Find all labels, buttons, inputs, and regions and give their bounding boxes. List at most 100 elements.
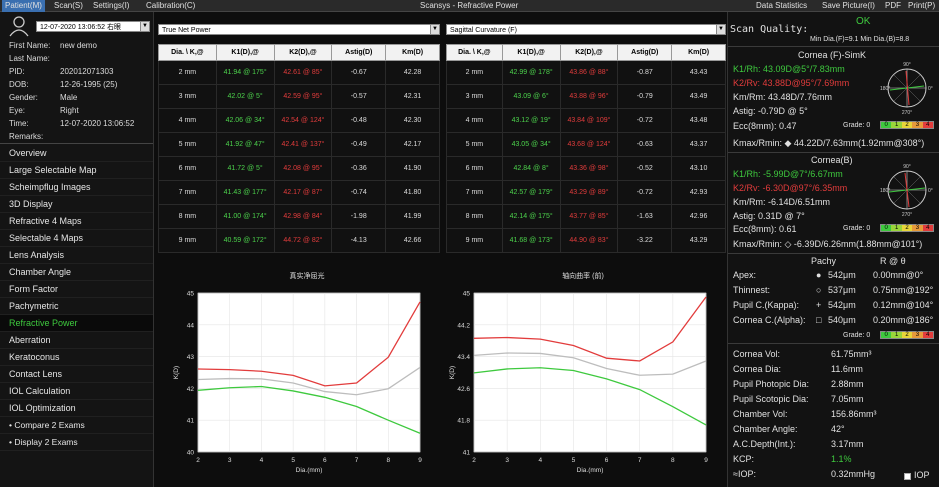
menu-pdf[interactable]: PDF (885, 1, 901, 10)
col-header: Astig(D) (617, 44, 673, 61)
nav-refractive-power[interactable]: Refractive Power (0, 315, 153, 332)
table-row: 2 mm 41.94 @ 175° 42.61 @ 85° -0.67 42.28 (158, 60, 440, 85)
pachy-marker-icon: □ (816, 315, 822, 325)
table-cell: 43.29 @ 89° (559, 180, 619, 205)
window-title: Scansys - Refractive Power (420, 1, 519, 10)
k-table-right: Dia. \ K,@ K1(D),@ K2(D),@ Astig(D) Km(D… (446, 44, 726, 253)
plot-area (197, 292, 421, 453)
cornea-f-astig: Astig: -0.79D @ 5° (733, 106, 808, 116)
nav-pachymetric[interactable]: Pachymetric (0, 298, 153, 315)
table-cell: 44.90 @ 83° (559, 228, 619, 253)
col-header: Astig(D) (331, 44, 387, 61)
map-type-select-left[interactable]: True Net Power ▼ (158, 24, 440, 35)
nav-refractive-4-maps[interactable]: Refractive 4 Maps (0, 213, 153, 230)
table-cell: -0.63 (617, 132, 673, 157)
measure-label: Cornea Dia: (733, 364, 782, 374)
plot-area (473, 292, 707, 453)
nav-lens-analysis[interactable]: Lens Analysis (0, 247, 153, 264)
table-cell: 42.02 @ 5° (215, 84, 275, 109)
x-tick-label: 5 (291, 457, 295, 464)
nav-chamber-angle[interactable]: Chamber Angle (0, 264, 153, 281)
pachy-marker-icon: + (816, 300, 822, 310)
map-type-select-right[interactable]: Sagittal Curvature (F) ▼ (446, 24, 726, 35)
menu-print[interactable]: Print(P) (908, 1, 935, 10)
table-cell: 42.57 @ 179° (501, 180, 561, 205)
nav-contact-lens[interactable]: Contact Lens (0, 366, 153, 383)
cornea-b-k2: K2/Rv: -6.30D@97°/6.35mm (733, 183, 848, 193)
nav-3d-display[interactable]: 3D Display (0, 196, 153, 213)
exam-select[interactable]: 12-07-2020 13:06:52 右眼 ▼ (36, 21, 150, 32)
nav-iol-optimization[interactable]: IOL Optimization (0, 400, 153, 417)
table-cell: 41.99 (385, 204, 440, 229)
user-avatar-icon (9, 16, 29, 37)
table-cell: 43.48 (671, 108, 726, 133)
nav-keratoconus[interactable]: Keratoconus (0, 349, 153, 366)
compass-label: 0° (928, 86, 933, 92)
first-name-value: new demo (60, 41, 97, 50)
y-tick-label: 44 (187, 322, 195, 329)
k-table-left: Dia. \ K,@ K1(D),@ K2(D),@ Astig(D) Km(D… (158, 44, 440, 253)
nav-selectable-4-maps[interactable]: Selectable 4 Maps (0, 230, 153, 247)
table-cell: 43.49 (671, 84, 726, 109)
table-cell: 41.72 @ 5° (215, 156, 275, 181)
pachy-header: Pachy (811, 256, 837, 266)
compass-label: 180° (880, 188, 890, 194)
menu-calibration[interactable]: Calibration(C) (146, 1, 195, 10)
measure-label: Pupil Scotopic Dia: (733, 394, 809, 404)
measure-label: ≈IOP: (733, 469, 756, 479)
pid-label: PID: (9, 67, 25, 76)
nav-display-2-exams[interactable]: • Display 2 Exams (0, 434, 153, 451)
table-cell: 43.12 @ 19° (501, 108, 561, 133)
iop-checkbox[interactable] (904, 473, 911, 480)
table-cell: 4 mm (158, 108, 217, 133)
nav-compare-2-exams[interactable]: • Compare 2 Exams (0, 417, 153, 434)
table-cell: 7 mm (158, 180, 217, 205)
menu-data-statistics[interactable]: Data Statistics (756, 1, 807, 10)
nav-large-selectable-map[interactable]: Large Selectable Map (0, 162, 153, 179)
col-header: K2(D),@ (273, 44, 333, 61)
pid-value: 202012071303 (60, 67, 114, 76)
table-cell: 43.36 @ 98° (559, 156, 619, 181)
table-cell: 42.08 @ 95° (273, 156, 333, 181)
y-tick-label: 42.6 (457, 386, 470, 393)
table-row: 5 mm 43.05 @ 34° 43.68 @ 124° -0.63 43.37 (446, 132, 726, 157)
nav-scheimpflug-images[interactable]: Scheimpflug Images (0, 179, 153, 196)
y-axis-label: K(D) (173, 366, 180, 379)
cornea-b-astig: Astig: 0.31D @ 7° (733, 211, 805, 221)
chart-right-title: 轴向曲率 (前) (562, 273, 604, 280)
nav-iol-calculation[interactable]: IOL Calculation (0, 383, 153, 400)
menu-settings[interactable]: Settings(I) (93, 1, 129, 10)
table-cell: 6 mm (158, 156, 217, 181)
nav-overview[interactable]: Overview (0, 145, 153, 162)
col-header: K2(D),@ (559, 44, 619, 61)
table-cell: 42.17 (385, 132, 440, 157)
compass-label: 90° (903, 62, 911, 68)
x-axis-label: Dia.(mm) (577, 467, 604, 474)
nav-aberration[interactable]: Aberration (0, 332, 153, 349)
pachy-marker-icon: ● (816, 270, 822, 280)
table-cell: 3 mm (446, 84, 503, 109)
table-cell: 43.84 @ 109° (559, 108, 619, 133)
chart-left-title: 真实净屈光 (289, 273, 325, 280)
menu-scan[interactable]: Scan(S) (54, 1, 83, 10)
table-cell: 43.05 @ 34° (501, 132, 561, 157)
table-cell: -0.74 (331, 180, 387, 205)
table-cell: 41.92 @ 47° (215, 132, 275, 157)
table-cell: 8 mm (446, 204, 503, 229)
table-cell: 42.06 @ 34° (215, 108, 275, 133)
measure-label: Chamber Angle: (733, 424, 798, 434)
table-cell: -0.72 (617, 108, 673, 133)
grade-bar-b: 0 1 2 3 4 (880, 224, 934, 232)
measure-label: Cornea Vol: (733, 349, 781, 359)
table-cell: 9 mm (158, 228, 217, 253)
pachy-row-r-theta: 0.00mm@0° (873, 270, 924, 280)
table-cell: -3.22 (617, 228, 673, 253)
pachy-row-value: 540μm (828, 315, 856, 325)
menu-patient[interactable]: Patient(M) (2, 0, 45, 12)
measure-value: 1.1% (831, 454, 852, 464)
gender-label: Gender: (9, 93, 38, 102)
cornea-b-grade: Grade: 0 (843, 225, 871, 232)
nav-form-factor[interactable]: Form Factor (0, 281, 153, 298)
menu-save-picture[interactable]: Save Picture(I) (822, 1, 875, 10)
cornea-f-title: Cornea (F)-SimK (798, 50, 867, 60)
